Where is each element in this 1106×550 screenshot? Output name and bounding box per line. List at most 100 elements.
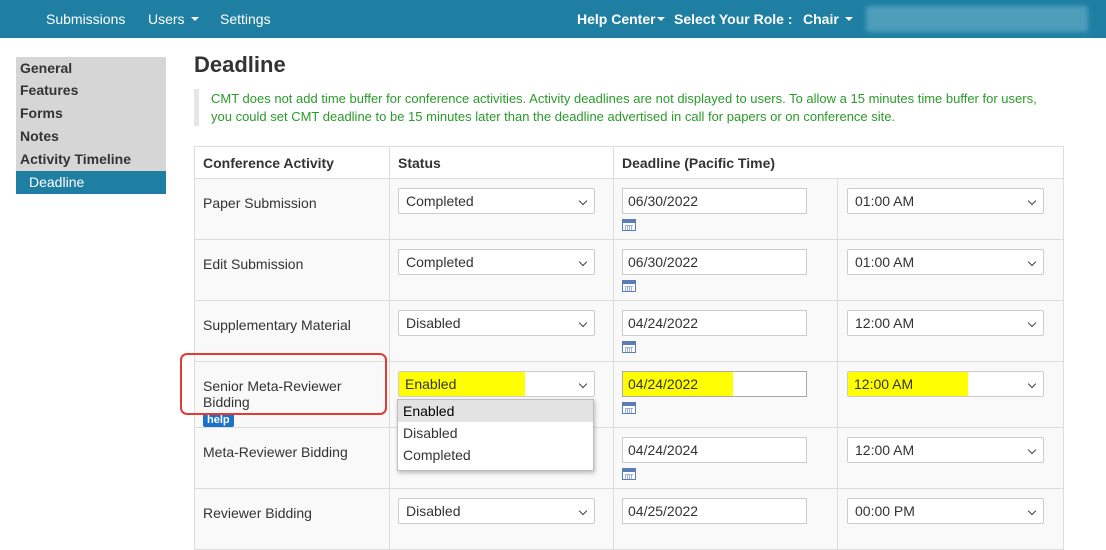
- status-dropdown-list[interactable]: Enabled Disabled Completed: [397, 399, 594, 471]
- sidebar: General Features Forms Notes Activity Ti…: [16, 57, 166, 194]
- status-value: Disabled: [406, 503, 461, 519]
- chevron-down-icon: [1027, 257, 1037, 267]
- activity-name: Paper Submission: [194, 178, 390, 240]
- activity-name: Edit Submission: [194, 239, 390, 301]
- time-select[interactable]: 00:00 PM: [847, 498, 1044, 524]
- table-row: Meta-Reviewer Bidding 04/24/2024 12:00 A…: [194, 427, 1065, 489]
- date-cell: 04/24/2022: [613, 300, 838, 362]
- calendar-icon[interactable]: [622, 468, 636, 480]
- sidebar-item-features[interactable]: Features: [16, 79, 166, 102]
- sidebar-item-notes[interactable]: Notes: [16, 125, 166, 148]
- nav-users[interactable]: Users: [148, 0, 199, 38]
- status-value: Disabled: [406, 315, 461, 331]
- chevron-down-icon: [578, 506, 588, 516]
- time-value: 12:00 AM: [855, 315, 915, 331]
- status-cell: Disabled: [389, 488, 614, 550]
- date-value: 04/24/2022: [623, 372, 733, 396]
- time-value: 01:00 AM: [855, 254, 915, 270]
- sidebar-item-deadline[interactable]: Deadline: [16, 171, 166, 194]
- calendar-icon[interactable]: [622, 219, 636, 231]
- time-value: 12:00 AM: [855, 442, 915, 458]
- deadline-date-input[interactable]: 04/24/2022: [622, 371, 807, 397]
- role-value: Chair: [803, 11, 839, 27]
- help-center-menu[interactable]: Help Center: [577, 0, 665, 38]
- status-cell: Completed: [389, 239, 614, 301]
- deadline-date-input[interactable]: 06/30/2022: [622, 188, 807, 214]
- chevron-down-icon: [578, 379, 588, 389]
- time-select[interactable]: 12:00 AM: [847, 371, 1044, 397]
- table-row: Edit Submission Completed 06/30/2022 01:…: [194, 239, 1065, 301]
- chevron-down-icon: [578, 318, 588, 328]
- date-cell: 06/30/2022: [613, 239, 838, 301]
- date-cell: 04/24/2024: [613, 427, 838, 489]
- calendar-icon[interactable]: [622, 280, 636, 292]
- status-value: Completed: [406, 193, 474, 209]
- table-header-row: Conference Activity Status Deadline (Pac…: [194, 146, 1065, 179]
- time-cell: 01:00 AM: [836, 239, 1065, 301]
- deadline-date-input[interactable]: 06/30/2022: [622, 249, 807, 275]
- deadline-table: Conference Activity Status Deadline (Pac…: [194, 146, 1065, 550]
- time-value: 01:00 AM: [855, 193, 915, 209]
- calendar-icon[interactable]: [622, 402, 636, 414]
- sidebar-item-general[interactable]: General: [16, 57, 166, 79]
- chevron-down-icon: [578, 196, 588, 206]
- activity-name: Supplementary Material: [194, 300, 390, 362]
- status-cell: Disabled: [389, 300, 614, 362]
- time-cell: 12:00 AM: [836, 300, 1065, 362]
- time-cell: 01:00 AM: [836, 178, 1065, 240]
- help-badge[interactable]: help: [203, 413, 234, 427]
- table-row: Senior Meta-Reviewer Bidding help Enable…: [194, 361, 1065, 428]
- caret-down-icon: [844, 17, 853, 22]
- time-select[interactable]: 12:00 AM: [847, 437, 1044, 463]
- sidebar-item-activity-timeline[interactable]: Activity Timeline: [16, 148, 166, 171]
- nav-settings[interactable]: Settings: [220, 0, 271, 38]
- chevron-down-icon: [1027, 445, 1037, 455]
- notice-line-2: you could set CMT deadline to be 15 minu…: [211, 109, 896, 124]
- deadline-date-input[interactable]: 04/24/2022: [622, 310, 807, 336]
- time-select[interactable]: 12:00 AM: [847, 310, 1044, 336]
- nav-users-label: Users: [148, 11, 185, 27]
- header-status: Status: [389, 146, 614, 179]
- table-row: Paper Submission Completed 06/30/2022 01…: [194, 178, 1065, 240]
- deadline-date-input[interactable]: 04/24/2024: [622, 437, 807, 463]
- dropdown-option-enabled[interactable]: Enabled: [398, 400, 593, 422]
- status-select[interactable]: Completed: [398, 249, 595, 275]
- status-select[interactable]: Disabled: [398, 498, 595, 524]
- time-select[interactable]: 01:00 AM: [847, 249, 1044, 275]
- status-select[interactable]: Enabled: [398, 371, 595, 397]
- dropdown-option-disabled[interactable]: Disabled: [398, 422, 593, 444]
- select-role-label: Select Your Role :: [674, 11, 793, 27]
- user-menu-redacted[interactable]: [866, 6, 1088, 32]
- chevron-down-icon: [1027, 379, 1037, 389]
- sidebar-item-forms[interactable]: Forms: [16, 102, 166, 125]
- date-cell: 04/25/2022: [613, 488, 838, 550]
- deadline-date-input[interactable]: 04/25/2022: [622, 498, 807, 524]
- time-buffer-notice: CMT does not add time buffer for confere…: [194, 89, 1054, 126]
- activity-name: Reviewer Bidding: [194, 488, 390, 550]
- dropdown-option-completed[interactable]: Completed: [398, 444, 593, 466]
- status-cell: Completed: [389, 178, 614, 240]
- role-menu[interactable]: Chair: [803, 0, 853, 38]
- caret-down-icon: [656, 17, 665, 22]
- status-select[interactable]: Disabled: [398, 310, 595, 336]
- help-center-label: Help Center: [577, 11, 656, 27]
- nav-submissions[interactable]: Submissions: [46, 0, 125, 38]
- calendar-icon[interactable]: [622, 341, 636, 353]
- page-title: Deadline: [194, 52, 286, 77]
- top-navigation-bar: Submissions Users Settings Help Center S…: [0, 0, 1106, 38]
- time-cell: 00:00 PM: [836, 488, 1065, 550]
- status-select[interactable]: Completed: [398, 188, 595, 214]
- activity-name: Meta-Reviewer Bidding: [194, 427, 390, 489]
- header-deadline: Deadline (Pacific Time): [612, 146, 1065, 179]
- notice-line-1: CMT does not add time buffer for confere…: [211, 91, 1037, 106]
- table-row: Reviewer Bidding Disabled 04/25/2022 00:…: [194, 488, 1065, 550]
- status-value: Completed: [406, 254, 474, 270]
- time-select[interactable]: 01:00 AM: [847, 188, 1044, 214]
- activity-cell: Senior Meta-Reviewer Bidding help: [194, 361, 390, 428]
- time-cell: 12:00 AM: [836, 361, 1065, 428]
- table-row: Supplementary Material Disabled 04/24/20…: [194, 300, 1065, 362]
- chevron-down-icon: [1027, 506, 1037, 516]
- date-cell: 06/30/2022: [613, 178, 838, 240]
- chevron-down-icon: [578, 257, 588, 267]
- time-cell: 12:00 AM: [836, 427, 1065, 489]
